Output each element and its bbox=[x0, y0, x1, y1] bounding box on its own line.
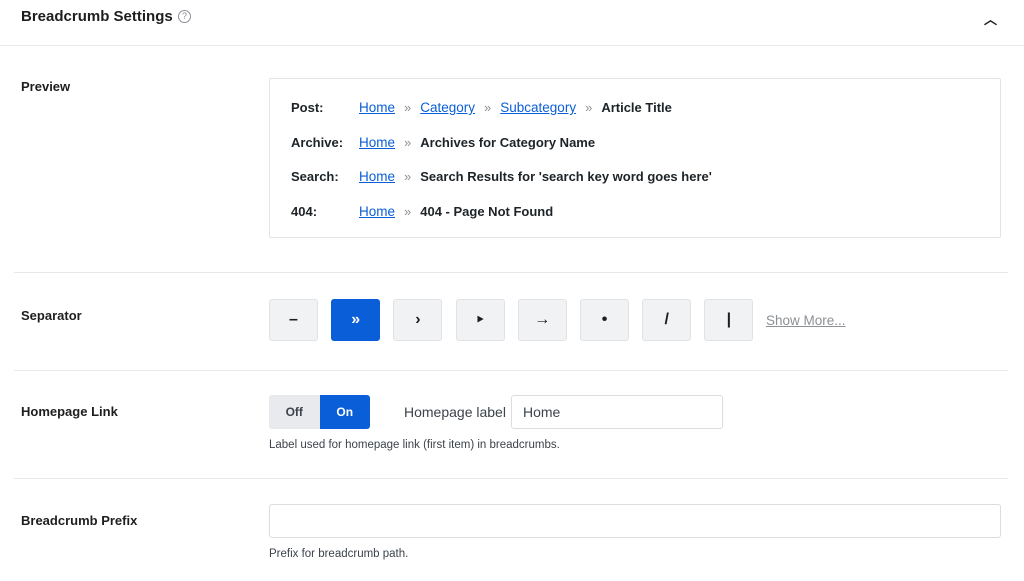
chevron-up-icon[interactable]: ︿ bbox=[984, 9, 997, 28]
preview-label: Preview bbox=[21, 79, 71, 94]
preview-link[interactable]: Home bbox=[359, 135, 395, 150]
preview-link[interactable]: Home bbox=[359, 100, 395, 115]
preview-current: Article Title bbox=[601, 100, 672, 115]
separator-option[interactable]: | bbox=[704, 299, 754, 341]
homepage-hint: Label used for homepage link (first item… bbox=[269, 439, 560, 451]
separator-glyph: » bbox=[404, 203, 412, 219]
preview-link[interactable]: Home bbox=[359, 204, 395, 219]
divider bbox=[14, 370, 1008, 371]
prefix-hint: Prefix for breadcrumb path. bbox=[269, 548, 409, 560]
preview-row-label: Archive: bbox=[291, 134, 344, 150]
separator-glyph: » bbox=[404, 100, 412, 115]
toggle-on[interactable]: On bbox=[319, 395, 370, 429]
separator-option[interactable]: ‣ bbox=[455, 299, 505, 341]
preview-row: Archive: Home » Archives for Category Name bbox=[291, 135, 595, 150]
preview-row-label: Search: bbox=[291, 169, 339, 184]
divider bbox=[14, 478, 1008, 479]
separator-option[interactable]: → bbox=[517, 299, 567, 341]
preview-link[interactable]: Category bbox=[420, 100, 475, 115]
preview-row: 404: Home » 404 - Page Not Found bbox=[291, 204, 553, 219]
preview-row: Search: Home » Search Results for 'search k… bbox=[291, 169, 712, 184]
settings-header[interactable]: Breadcrumb Settings ? ︿ bbox=[0, 0, 1024, 46]
preview-current: Search Results for 'search key word goes… bbox=[420, 169, 712, 184]
preview-current: 404 - Page Not Found bbox=[420, 203, 554, 219]
separator-option[interactable]: » bbox=[331, 299, 381, 341]
preview-row: Post: Home » Category » Subcategory » Article T… bbox=[291, 100, 672, 115]
preview-row-label: Post: bbox=[291, 100, 324, 115]
separator-option[interactable]: / bbox=[642, 299, 692, 341]
toggle-off[interactable]: Off bbox=[269, 395, 320, 429]
divider bbox=[14, 272, 1008, 273]
separator-glyph: » bbox=[585, 100, 593, 115]
separator-glyph: » bbox=[404, 169, 412, 184]
homepage-link-toggle[interactable]: Off On bbox=[269, 395, 370, 429]
homepage-link-label: Homepage Link bbox=[21, 404, 118, 419]
separator-option[interactable]: – bbox=[269, 299, 318, 341]
preview-current: Archives for Category Name bbox=[420, 134, 596, 150]
breadcrumb-preview: Post: Home » Category » Subcategory » Article T… bbox=[269, 78, 1001, 238]
separator-option[interactable]: • bbox=[580, 299, 629, 341]
show-more-link[interactable]: Show More... bbox=[766, 313, 846, 328]
separator-option[interactable]: › bbox=[393, 299, 443, 341]
breadcrumb-prefix-label: Breadcrumb Prefix bbox=[21, 513, 138, 528]
separator-glyph: » bbox=[404, 134, 412, 150]
homepage-label-caption: Homepage label bbox=[404, 404, 506, 420]
homepage-label-input[interactable] bbox=[511, 395, 723, 429]
breadcrumb-prefix-input[interactable] bbox=[269, 504, 1001, 538]
preview-link[interactable]: Home bbox=[359, 169, 395, 184]
help-icon[interactable]: ? bbox=[178, 10, 191, 23]
preview-link[interactable]: Subcategory bbox=[500, 100, 576, 115]
preview-row-label: 404: bbox=[291, 203, 318, 219]
page-title: Breadcrumb Settings bbox=[21, 8, 173, 25]
separator-glyph: » bbox=[484, 100, 492, 115]
separator-label: Separator bbox=[21, 308, 82, 323]
